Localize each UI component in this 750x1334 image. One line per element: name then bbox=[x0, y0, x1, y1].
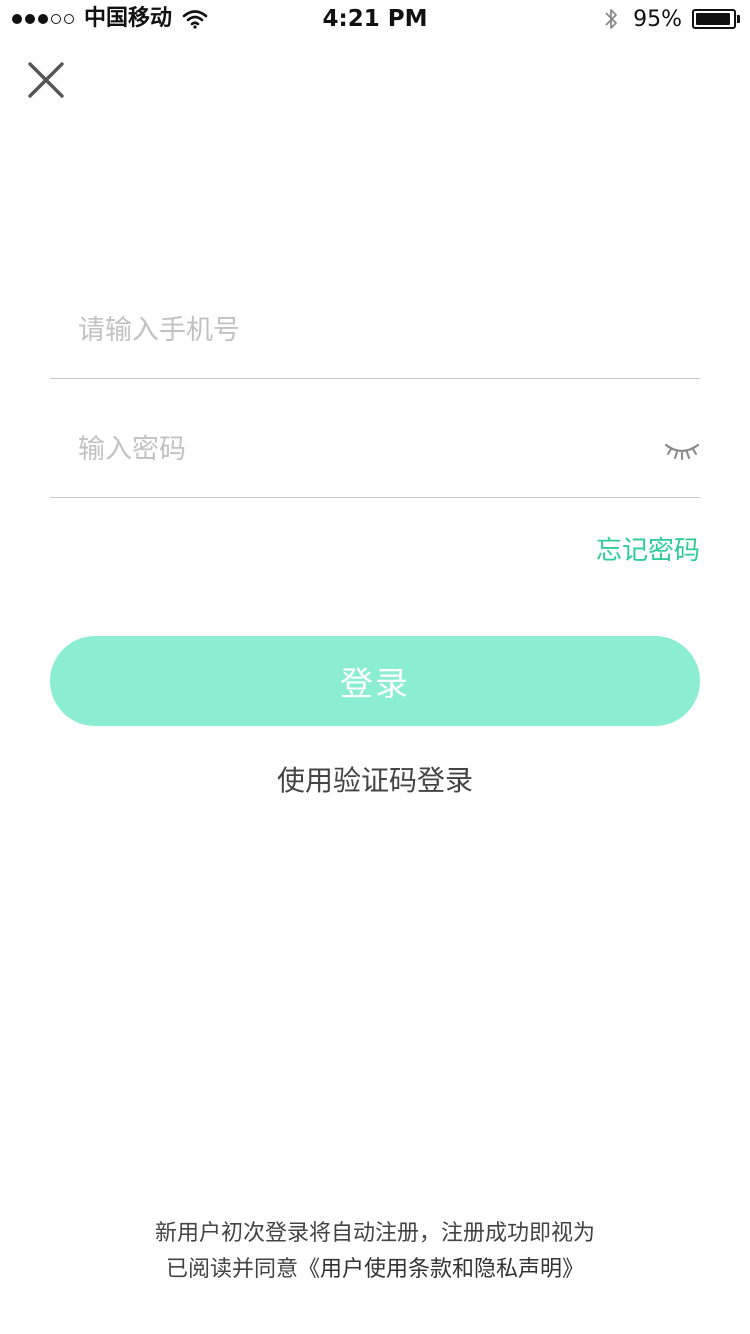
close-button[interactable] bbox=[24, 58, 68, 102]
terms-privacy-link[interactable]: 《用户使用条款和隐私声明》 bbox=[298, 1257, 584, 1282]
password-input[interactable] bbox=[78, 401, 638, 497]
password-field bbox=[50, 401, 700, 498]
agreement-line-2: 已阅读并同意《用户使用条款和隐私声明》 bbox=[0, 1252, 750, 1288]
agreement-line-1: 新用户初次登录将自动注册，注册成功即视为 bbox=[154, 1221, 595, 1246]
code-login-link[interactable]: 使用验证码登录 bbox=[0, 762, 750, 800]
eye-closed-icon[interactable] bbox=[664, 437, 700, 463]
login-button[interactable]: 登录 bbox=[50, 636, 700, 726]
battery-level bbox=[696, 13, 731, 25]
battery-tip bbox=[737, 15, 740, 23]
bluetooth-icon bbox=[605, 9, 617, 29]
phone-input[interactable] bbox=[78, 282, 638, 378]
agreement-prefix: 已阅读并同意 bbox=[165, 1257, 298, 1282]
forgot-password-link[interactable]: 忘记密码 bbox=[596, 534, 700, 568]
agreement-text: 新用户初次登录将自动注册，注册成功即视为 已阅读并同意《用户使用条款和隐私声明》 bbox=[0, 1216, 750, 1288]
close-icon bbox=[28, 62, 64, 98]
phone-field bbox=[50, 282, 700, 379]
status-bar: 中国移动 4:21 PM 95% bbox=[0, 0, 750, 40]
status-bar-right: 95% bbox=[603, 5, 740, 33]
battery-icon bbox=[692, 9, 736, 29]
battery-percent: 95% bbox=[633, 6, 682, 32]
